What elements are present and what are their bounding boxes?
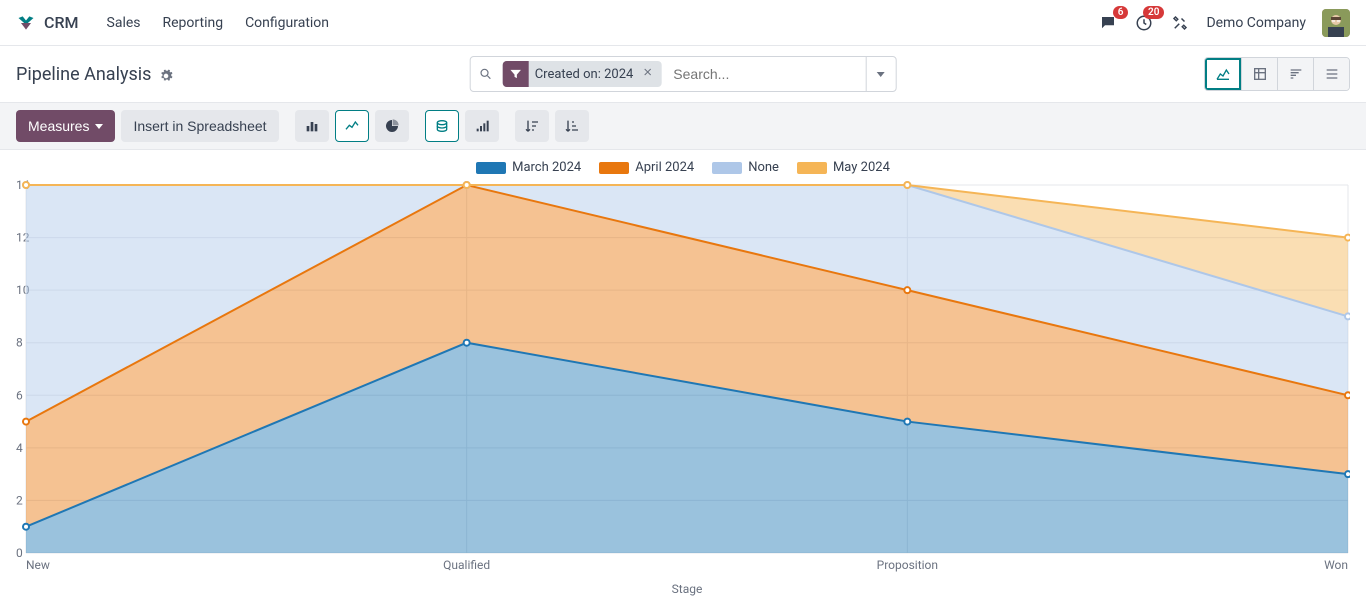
view-switcher — [1204, 57, 1350, 91]
svg-text:New: New — [26, 558, 50, 572]
nav-reporting[interactable]: Reporting — [163, 15, 224, 31]
legend-swatch — [712, 162, 742, 174]
page-title: Pipeline Analysis — [16, 64, 151, 85]
app-brand[interactable]: CRM — [16, 13, 79, 33]
legend-label: April 2024 — [635, 160, 694, 175]
insert-spreadsheet-button[interactable]: Insert in Spreadsheet — [121, 110, 278, 142]
chart-stacked-button[interactable] — [425, 110, 459, 142]
top-navbar: CRM Sales Reporting Configuration 6 20 D… — [0, 0, 1366, 46]
legend-item[interactable]: March 2024 — [476, 160, 581, 175]
topbar-right: 6 20 Demo Company — [1098, 9, 1350, 37]
chart-area: March 2024 April 2024 None May 2024 0 2 4 6… — [0, 150, 1366, 603]
filter-chip: Created on: 2024 — [503, 61, 662, 87]
legend-item[interactable]: April 2024 — [599, 160, 694, 175]
search-box: Created on: 2024 — [470, 56, 897, 92]
sort-desc-button[interactable] — [515, 110, 549, 142]
nav-configuration[interactable]: Configuration — [245, 15, 329, 31]
legend-item[interactable]: May 2024 — [797, 160, 890, 175]
legend-label: May 2024 — [833, 160, 890, 175]
chart-cumulative-button[interactable] — [465, 110, 499, 142]
chevron-down-icon — [95, 124, 103, 129]
company-selector[interactable]: Demo Company — [1206, 15, 1306, 31]
messages-badge: 6 — [1113, 6, 1129, 19]
chart-sort-group — [515, 110, 589, 142]
legend-swatch — [476, 162, 506, 174]
view-list-button[interactable] — [1313, 58, 1349, 90]
view-graph-button[interactable] — [1205, 58, 1241, 90]
activities-badge: 20 — [1143, 6, 1164, 19]
svg-text:2: 2 — [16, 493, 23, 507]
measures-label: Measures — [28, 118, 89, 134]
graph-toolbar: Measures Insert in Spreadsheet — [0, 102, 1366, 150]
svg-text:Won: Won — [1324, 558, 1348, 572]
messages-button[interactable]: 6 — [1098, 13, 1118, 33]
svg-text:6: 6 — [16, 388, 23, 402]
view-cohort-button[interactable] — [1277, 58, 1313, 90]
view-pivot-button[interactable] — [1241, 58, 1277, 90]
search-input[interactable] — [665, 57, 865, 91]
activities-button[interactable]: 20 — [1134, 13, 1154, 33]
svg-text:Qualified: Qualified — [443, 558, 490, 572]
legend-item[interactable]: None — [712, 160, 779, 175]
legend-swatch — [599, 162, 629, 174]
filter-chip-label: Created on: 2024 — [535, 67, 634, 82]
chart-bar-button[interactable] — [295, 110, 329, 142]
page-title-wrap: Pipeline Analysis — [16, 64, 173, 85]
subheader: Pipeline Analysis Created on: 2024 — [0, 46, 1366, 102]
topbar-left: CRM Sales Reporting Configuration — [16, 13, 329, 33]
insert-label: Insert in Spreadsheet — [133, 118, 266, 134]
app-name: CRM — [44, 13, 79, 32]
chevron-down-icon — [877, 72, 885, 77]
sort-asc-button[interactable] — [555, 110, 589, 142]
svg-text:Proposition: Proposition — [877, 558, 938, 572]
funnel-icon — [503, 61, 529, 87]
nav-sales[interactable]: Sales — [107, 15, 141, 31]
main-nav: Sales Reporting Configuration — [107, 15, 330, 31]
chart-svg: 02468101214NewQualifiedPropositionWonSta… — [16, 179, 1350, 599]
search-dropdown-toggle[interactable] — [865, 57, 895, 91]
chart-pie-button[interactable] — [375, 110, 409, 142]
legend-swatch — [797, 162, 827, 174]
chart-type-group — [295, 110, 409, 142]
search-icon — [471, 67, 501, 81]
chart-stack-group — [425, 110, 499, 142]
chart-legend: March 2024 April 2024 None May 2024 — [16, 160, 1350, 175]
svg-text:8: 8 — [16, 336, 23, 350]
tools-icon[interactable] — [1170, 13, 1190, 33]
legend-label: None — [748, 160, 779, 175]
gear-icon[interactable] — [159, 67, 173, 81]
svg-text:Stage: Stage — [672, 582, 703, 596]
app-logo-icon — [16, 13, 36, 33]
filter-chip-remove[interactable] — [639, 66, 655, 82]
chart-line-button[interactable] — [335, 110, 369, 142]
measures-button[interactable]: Measures — [16, 110, 115, 142]
legend-label: March 2024 — [512, 160, 581, 175]
svg-text:0: 0 — [16, 546, 23, 560]
avatar[interactable] — [1322, 9, 1350, 37]
svg-text:4: 4 — [16, 441, 23, 455]
